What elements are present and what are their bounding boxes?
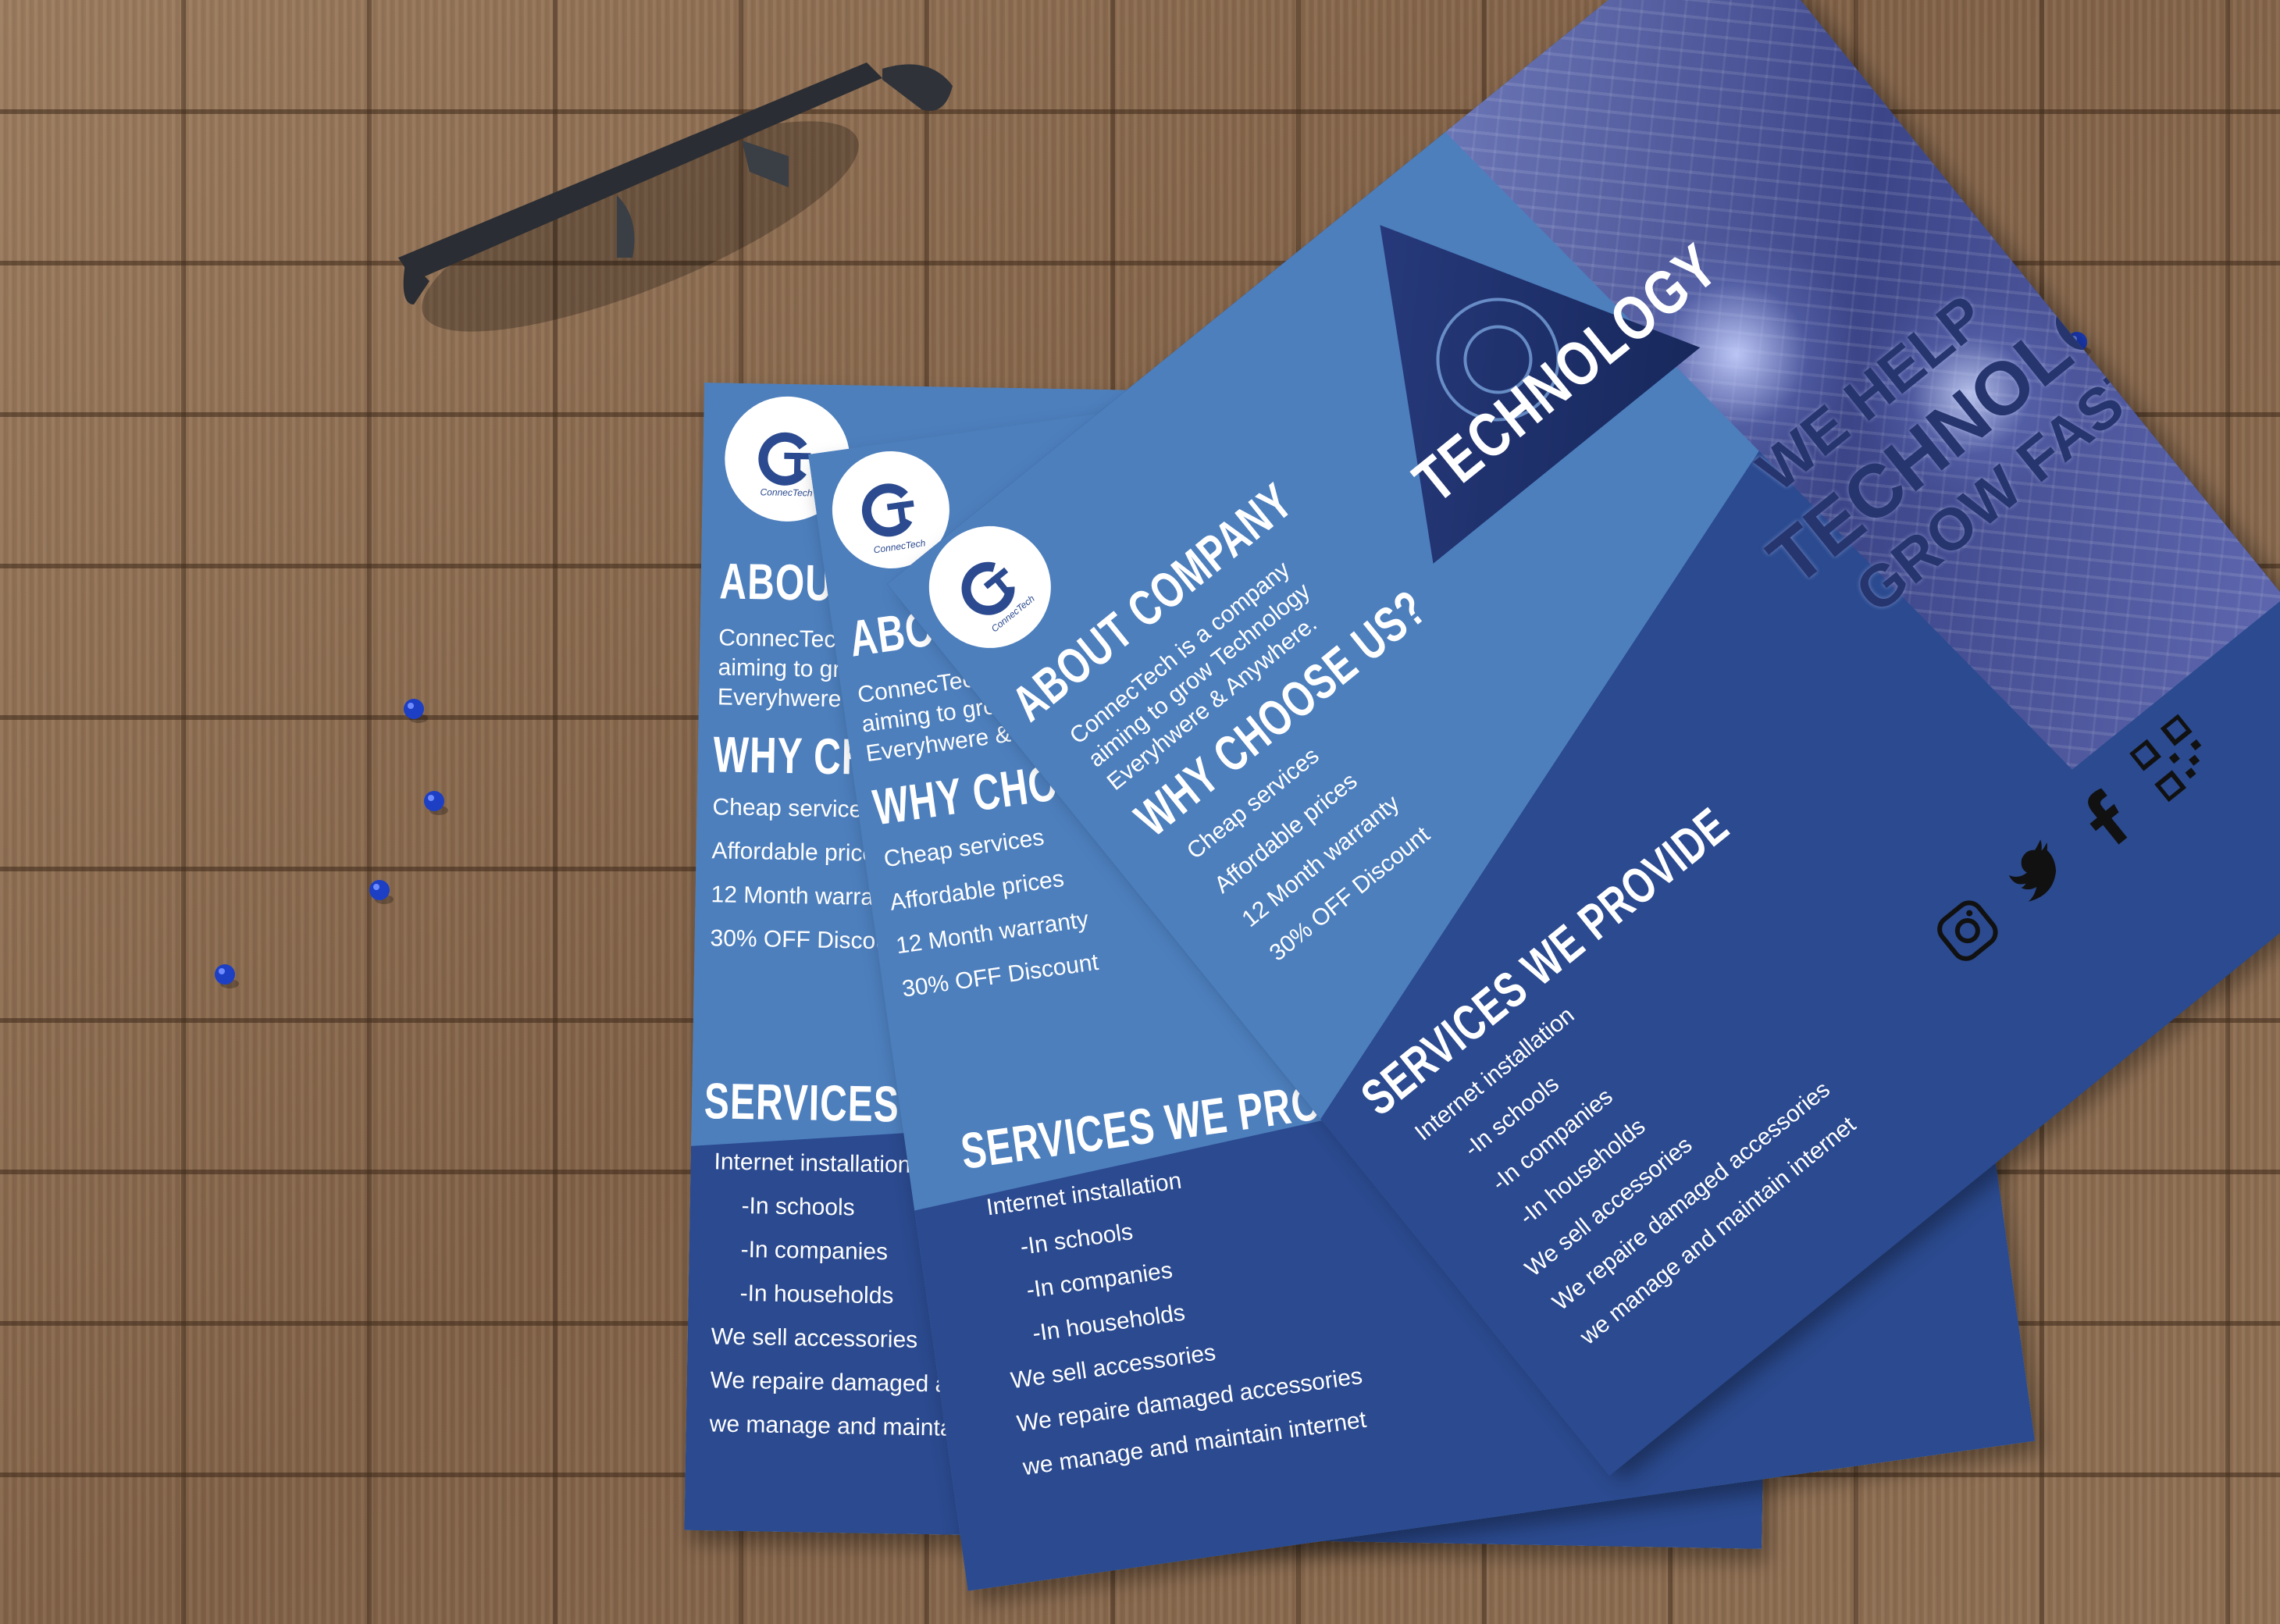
pushpin bbox=[424, 791, 448, 815]
logo-text: ConnecTech bbox=[760, 486, 813, 499]
qr-code-icon bbox=[2129, 714, 2202, 803]
eyeglasses bbox=[398, 62, 953, 332]
facebook-icon bbox=[2088, 788, 2128, 845]
why-list: Cheap services Affordable prices 12 Mont… bbox=[881, 811, 1101, 1012]
pushpin bbox=[404, 699, 428, 723]
services-list: Internet installation -In schools -In co… bbox=[1405, 900, 1869, 1358]
services-list: Internet installation -In schools -In co… bbox=[984, 1138, 1372, 1490]
ct-logo-icon bbox=[961, 561, 1015, 615]
pushpin bbox=[369, 880, 394, 904]
twitter-icon bbox=[2008, 839, 2057, 902]
pushpin bbox=[215, 964, 239, 988]
wooden-floor-scene: ConnecTech ABOUT COMPANY ConnecTech is a… bbox=[0, 0, 2280, 1624]
ct-logo-icon bbox=[862, 483, 914, 537]
instagram-icon bbox=[1937, 900, 1998, 961]
